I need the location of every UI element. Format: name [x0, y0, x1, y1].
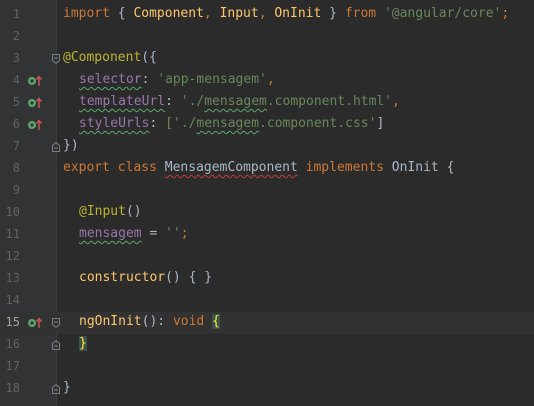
code-text[interactable]: @Component({	[63, 50, 157, 65]
fold-icon[interactable]	[52, 340, 60, 350]
implementing-method-icon[interactable]	[27, 119, 43, 131]
code-text[interactable]: styleUrls: ['./mensagem.component.css']	[63, 116, 384, 131]
line-number: 17	[5, 359, 20, 373]
line-number: 1	[12, 7, 20, 21]
code-text[interactable]: mensagem = '';	[63, 226, 189, 241]
code-line[interactable]: 17	[0, 356, 534, 378]
code-text[interactable]: import { Component, Input, OnInit } from…	[63, 6, 509, 21]
code-line[interactable]: 2	[0, 26, 534, 48]
code-line-current[interactable]: 15 ngOnInit(): void {	[0, 312, 534, 334]
code-text[interactable]: templateUrl: './mensagem.component.html'…	[63, 94, 400, 109]
code-editor[interactable]: 1 import { Component, Input, OnInit } fr…	[0, 0, 534, 406]
code-text[interactable]: })	[63, 138, 79, 153]
line-number: 5	[12, 95, 20, 109]
code-text[interactable]: }	[63, 336, 87, 351]
matching-brace: {	[212, 314, 220, 329]
code-line[interactable]: 11 mensagem = '';	[0, 224, 534, 246]
line-number: 12	[5, 249, 20, 263]
fold-icon[interactable]	[52, 54, 60, 64]
code-line[interactable]: 18 }	[0, 378, 534, 400]
code-line[interactable]: 3 @Component({	[0, 48, 534, 70]
code-line[interactable]: 9	[0, 180, 534, 202]
code-text[interactable]: selector: 'app-mensagem',	[63, 72, 275, 87]
code-line[interactable]: 14	[0, 290, 534, 312]
code-line[interactable]: 13 constructor() { }	[0, 268, 534, 290]
code-text[interactable]: constructor() { }	[63, 270, 212, 285]
fold-icon[interactable]	[52, 384, 60, 394]
line-number: 9	[12, 183, 20, 197]
line-number: 14	[5, 293, 20, 307]
code-text[interactable]: }	[63, 380, 71, 395]
fold-icon[interactable]	[52, 142, 60, 152]
code-line[interactable]: 16 }	[0, 334, 534, 356]
line-number: 4	[12, 73, 20, 87]
code-text[interactable]: ngOnInit(): void {	[63, 314, 220, 329]
matching-brace: }	[79, 336, 87, 351]
code-line[interactable]: 4 selector: 'app-mensagem',	[0, 70, 534, 92]
implementing-method-icon[interactable]	[27, 97, 43, 109]
line-number: 11	[5, 227, 20, 241]
line-number: 8	[12, 161, 20, 175]
line-number: 6	[12, 117, 20, 131]
implementing-method-icon[interactable]	[27, 75, 43, 87]
code-line[interactable]: 6 styleUrls: ['./mensagem.component.css'…	[0, 114, 534, 136]
code-line[interactable]: 5 templateUrl: './mensagem.component.htm…	[0, 92, 534, 114]
line-number: 15	[5, 315, 20, 329]
code-text[interactable]: export class MensagemComponent implement…	[63, 160, 454, 175]
code-line[interactable]: 7 })	[0, 136, 534, 158]
implementing-method-icon[interactable]	[27, 317, 43, 329]
line-number: 3	[12, 51, 20, 65]
line-number: 18	[5, 381, 20, 395]
fold-icon[interactable]	[52, 318, 60, 328]
line-number: 2	[12, 29, 20, 43]
code-line[interactable]: 12	[0, 246, 534, 268]
line-number: 10	[5, 205, 20, 219]
code-text[interactable]: @Input()	[63, 204, 142, 219]
line-number: 13	[5, 271, 20, 285]
code-line[interactable]: 1 import { Component, Input, OnInit } fr…	[0, 4, 534, 26]
line-number: 7	[12, 139, 20, 153]
code-line[interactable]: 8 export class MensagemComponent impleme…	[0, 158, 534, 180]
code-line[interactable]: 10 @Input()	[0, 202, 534, 224]
line-number: 16	[5, 337, 20, 351]
